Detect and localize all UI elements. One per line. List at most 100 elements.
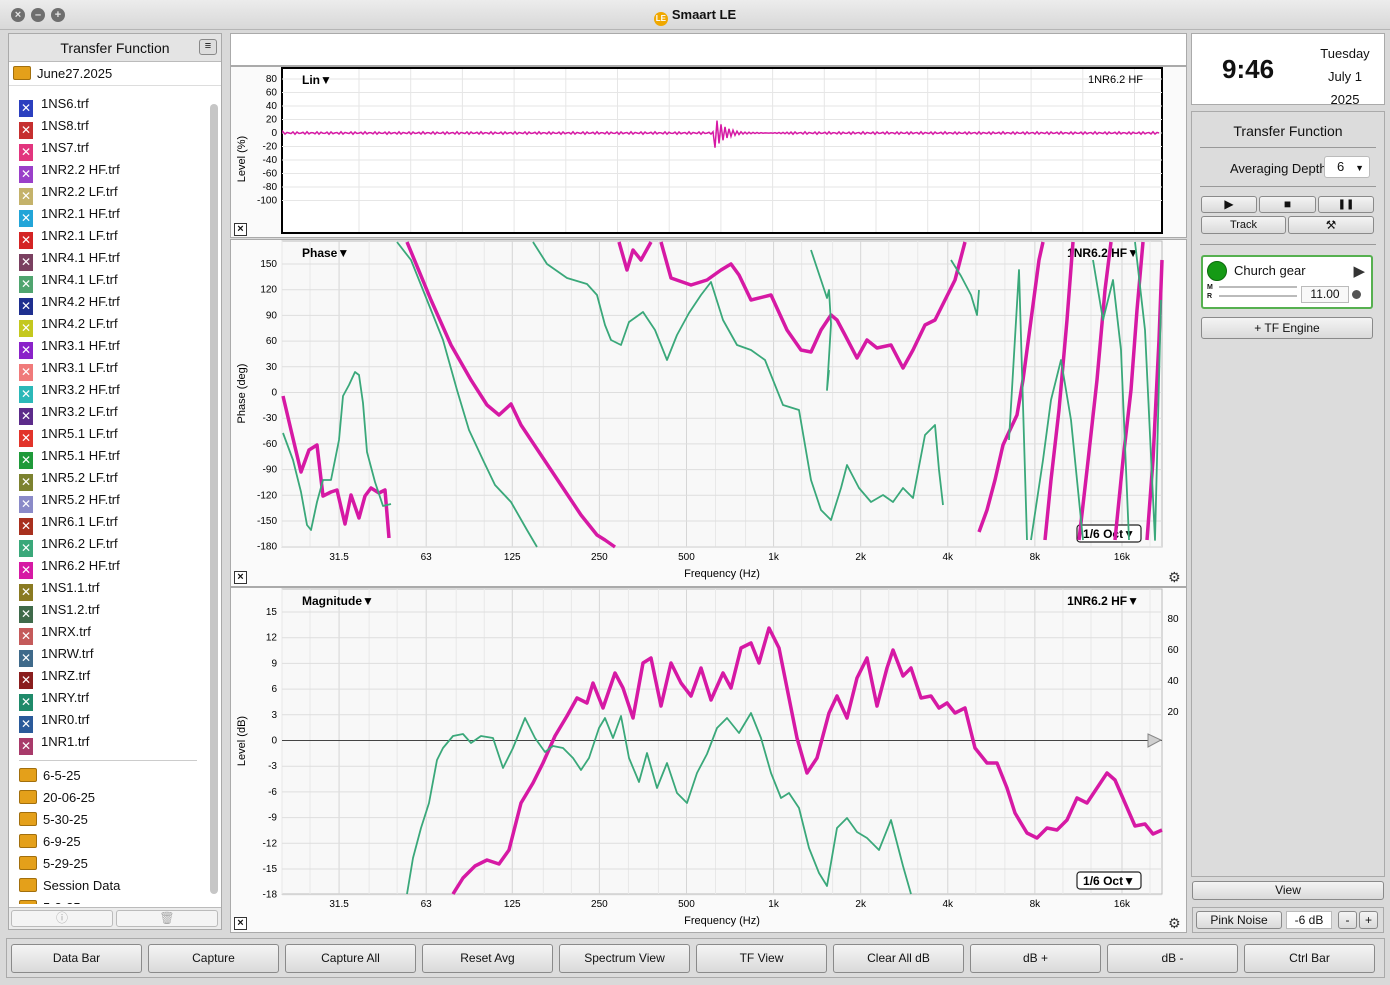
command-button[interactable]: Spectrum View: [559, 944, 690, 973]
tf-engine-church-gear[interactable]: Church gear ▶ M R 11.00: [1201, 255, 1373, 309]
window-title: LE Smaart LE: [0, 7, 1390, 26]
folder-item[interactable]: 20-06-25: [9, 787, 207, 809]
file-item[interactable]: ✕ 1NS1.1.trf: [9, 577, 207, 601]
command-button[interactable]: Capture All: [285, 944, 416, 973]
file-item[interactable]: ✕ 1NR6.2 LF.trf: [9, 533, 207, 557]
y-tick-label: -80: [263, 182, 278, 193]
engine-status-led[interactable]: [1207, 261, 1227, 281]
record-icon[interactable]: [1352, 290, 1361, 299]
pause-button[interactable]: ❚❚: [1318, 196, 1374, 213]
tools-button[interactable]: ⚒: [1288, 216, 1374, 234]
file-item[interactable]: ✕ 1NR2.1 LF.trf: [9, 225, 207, 249]
stop-button[interactable]: ■: [1259, 196, 1316, 213]
file-item[interactable]: ✕ 1NR3.2 LF.trf: [9, 401, 207, 425]
level-decrease-button[interactable]: -: [1338, 911, 1357, 929]
info-button[interactable]: ⓘ: [11, 910, 113, 927]
y-tick-label: 60: [266, 88, 278, 99]
y-tick-label: -3: [268, 761, 277, 772]
file-item[interactable]: ✕ 1NR0.trf: [9, 709, 207, 733]
file-item[interactable]: ✕ 1NS8.trf: [9, 115, 207, 139]
command-button[interactable]: TF View: [696, 944, 827, 973]
impulse-svg[interactable]: 806040200-20-40-60-80-100-35-30-25-20-15…: [231, 67, 1186, 237]
file-item[interactable]: ✕ 1NR3.1 HF.trf: [9, 335, 207, 359]
folder-item[interactable]: Session Data: [9, 875, 207, 897]
file-item[interactable]: ✕ 1NR4.1 LF.trf: [9, 269, 207, 293]
averaging-select[interactable]: 6 ▼: [1324, 156, 1370, 178]
y-axis-label: Level (dB): [236, 716, 248, 766]
folder-icon: [19, 900, 37, 904]
file-item[interactable]: ✕ 1NR6.2 HF.trf: [9, 555, 207, 579]
file-item[interactable]: ✕ 1NR2.1 HF.trf: [9, 203, 207, 227]
y-tick-label: -90: [263, 465, 278, 476]
divider: [19, 753, 197, 761]
file-browser-menu-button[interactable]: ≡: [199, 39, 217, 55]
command-button[interactable]: dB +: [970, 944, 1101, 973]
gear-icon[interactable]: ⚙: [1168, 570, 1182, 584]
file-item[interactable]: ✕ 1NRY.trf: [9, 687, 207, 711]
file-item[interactable]: ✕ 1NR5.2 HF.trf: [9, 489, 207, 513]
close-plot-button[interactable]: ×: [234, 571, 247, 584]
file-list-scrollbar[interactable]: [209, 92, 219, 902]
file-item[interactable]: ✕ 1NR3.1 LF.trf: [9, 357, 207, 381]
command-button[interactable]: Ctrl Bar: [1244, 944, 1375, 973]
control-panel: Transfer Function Averaging Depth: 6 ▼ ▶ …: [1191, 111, 1385, 877]
x-tick-label: 16k: [1114, 899, 1131, 910]
folder-icon: [19, 856, 37, 870]
command-button[interactable]: Reset Avg: [422, 944, 553, 973]
y-tick-label: 60: [266, 336, 278, 347]
command-button[interactable]: Clear All dB: [833, 944, 964, 973]
y-tick-label: 20: [266, 115, 278, 126]
file-item[interactable]: ✕ 1NS1.2.trf: [9, 599, 207, 623]
file-item[interactable]: ✕ 1NRX.trf: [9, 621, 207, 645]
folder-item[interactable]: 5-2-25: [9, 897, 207, 904]
root-folder[interactable]: June27.2025: [9, 62, 221, 86]
file-item[interactable]: ✕ 1NR2.2 LF.trf: [9, 181, 207, 205]
x-tick-label: 125: [504, 899, 521, 910]
command-button[interactable]: dB -: [1107, 944, 1238, 973]
phase-svg[interactable]: 31.5 63 125 250 500 1k 2k 4k 8k 16k 150 120 90 60 30 0 -…: [231, 240, 1186, 586]
folder-item[interactable]: 6-9-25: [9, 831, 207, 853]
track-button[interactable]: Track: [1201, 216, 1286, 234]
command-button[interactable]: Data Bar: [11, 944, 142, 973]
file-item[interactable]: ✕ 1NR4.1 HF.trf: [9, 247, 207, 271]
magnitude-svg[interactable]: 31.5 63 125 250 500 1k 2k 4k 8k 16k15129630-3-6-9…: [231, 588, 1186, 932]
file-item[interactable]: ✕ 1NRW.trf: [9, 643, 207, 667]
file-item[interactable]: ✕ 1NR5.1 LF.trf: [9, 423, 207, 447]
folder-item[interactable]: 5-29-25: [9, 853, 207, 875]
play-button[interactable]: ▶: [1201, 196, 1257, 213]
close-plot-button[interactable]: ×: [234, 223, 247, 236]
file-item[interactable]: ✕ 1NR3.2 HF.trf: [9, 379, 207, 403]
folder-item[interactable]: 6-5-25: [9, 765, 207, 787]
close-plot-button[interactable]: ×: [234, 917, 247, 930]
engine-mr-labels: M R: [1207, 284, 1213, 300]
file-item[interactable]: ✕ 1NR6.1 LF.trf: [9, 511, 207, 535]
folder-item[interactable]: 5-30-25: [9, 809, 207, 831]
file-item[interactable]: ✕ 1NR1.trf: [9, 731, 207, 755]
gear-icon[interactable]: ⚙: [1168, 916, 1182, 930]
file-item[interactable]: ✕ 1NRZ.trf: [9, 665, 207, 689]
meter-slider[interactable]: [1219, 286, 1297, 288]
file-item[interactable]: ✕ 1NS7.trf: [9, 137, 207, 161]
add-tf-engine-button[interactable]: + TF Engine: [1201, 317, 1373, 339]
file-item[interactable]: ✕ 1NS6.trf: [9, 93, 207, 117]
stop-icon: ■: [1283, 197, 1292, 211]
file-item[interactable]: ✕ 1NR5.2 LF.trf: [9, 467, 207, 491]
pink-noise-button[interactable]: Pink Noise: [1196, 911, 1282, 929]
file-item[interactable]: ✕ 1NR5.1 HF.trf: [9, 445, 207, 469]
reference-slider[interactable]: [1219, 295, 1297, 297]
divider: [1200, 186, 1376, 187]
level-increase-button[interactable]: +: [1359, 911, 1378, 929]
view-button[interactable]: View: [1192, 881, 1384, 900]
delay-value[interactable]: 11.00: [1301, 286, 1349, 303]
trace-name: 1NR6.2 HF: [1088, 74, 1143, 86]
delete-button[interactable]: 🗑: [116, 910, 218, 927]
control-panel-title: Transfer Function: [1233, 123, 1343, 139]
scrollbar-thumb[interactable]: [210, 104, 218, 894]
play-icon[interactable]: ▶: [1353, 262, 1365, 280]
file-item[interactable]: ✕ 1NR4.2 HF.trf: [9, 291, 207, 315]
command-button[interactable]: Capture: [148, 944, 279, 973]
display-mode-selector: Phase▼: [302, 246, 349, 260]
file-item[interactable]: ✕ 1NR2.2 HF.trf: [9, 159, 207, 183]
folder-icon: [19, 878, 37, 892]
file-item[interactable]: ✕ 1NR4.2 LF.trf: [9, 313, 207, 337]
